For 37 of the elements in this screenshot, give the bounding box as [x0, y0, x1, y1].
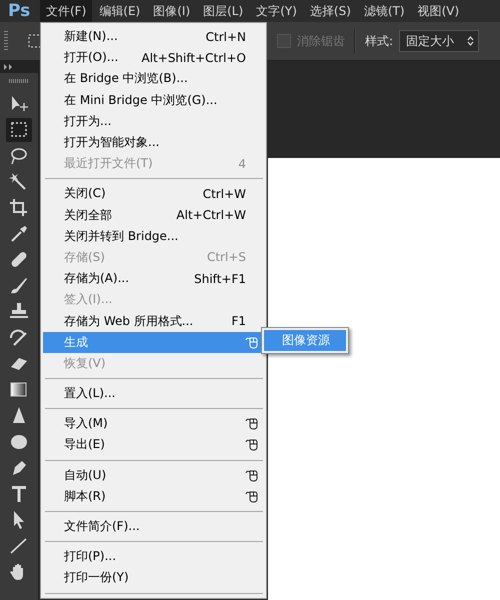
style-dropdown[interactable]: 固定大小: [399, 30, 480, 52]
menu-item[interactable]: 关闭(C) Ctrl+W: [43, 183, 264, 204]
menu-item[interactable]: 导入(M): [43, 413, 264, 434]
style-label: 样式:: [365, 32, 394, 50]
menu-item[interactable]: 新建(N)... Ctrl+N: [43, 26, 264, 48]
menu-item[interactable]: 打印(P)...: [43, 546, 264, 568]
marquee-icon[interactable]: [28, 34, 42, 48]
marquee-tool-icon[interactable]: [6, 118, 32, 142]
menu-bar-item[interactable]: 文件(F): [40, 0, 92, 22]
menu-item[interactable]: 关闭全部 Alt+Ctrl+W: [43, 204, 264, 226]
updown-icon: [467, 36, 474, 46]
menu-item[interactable]: 存储为 Web 所用格式... F1: [43, 310, 264, 332]
menu-bar-item[interactable]: 选择(S): [304, 0, 357, 22]
menu-item[interactable]: 在 Mini Bridge 中浏览(G)...: [43, 90, 264, 111]
menu-item[interactable]: 存储为(A)... Shift+F1: [43, 268, 264, 290]
menu-item[interactable]: 导出(E): [43, 434, 264, 456]
menu-item[interactable]: 在 Bridge 中浏览(B)...: [43, 68, 264, 90]
grip-handle[interactable]: [4, 31, 8, 51]
menu-item[interactable]: 打开为...: [43, 110, 264, 132]
menu-bar-item[interactable]: 滤镜(T): [358, 0, 411, 22]
menu-item[interactable]: 脚本(R): [43, 486, 264, 507]
menu-bar-item[interactable]: 编辑(E): [93, 0, 146, 22]
menu-bar-item[interactable]: 文字(Y): [250, 0, 303, 22]
expand-icon[interactable]: [4, 64, 13, 70]
menu-item[interactable]: 文件简介(F)...: [43, 516, 264, 538]
menu-item[interactable]: 关闭并转到 Bridge...: [43, 226, 264, 247]
menu-item[interactable]: 打开为智能对象...: [43, 132, 264, 154]
checkbox-label: 消除锯齿: [297, 32, 345, 50]
app-logo: Ps: [7, 1, 32, 21]
menu-item[interactable]: 自动(U): [43, 464, 264, 486]
menu-bar-item[interactable]: 图层(L): [197, 0, 250, 22]
menu-bar-item[interactable]: 视图(V): [412, 0, 466, 22]
grip-handle[interactable]: [9, 79, 29, 83]
menu-item[interactable]: 打印一份(Y): [43, 567, 264, 588]
menu-item[interactable]: 打开(O)... Alt+Shift+Ctrl+O: [43, 47, 264, 68]
menu-bar-item[interactable]: 图像(I): [147, 0, 196, 22]
menu-item[interactable]: 置入(L)...: [43, 383, 264, 404]
